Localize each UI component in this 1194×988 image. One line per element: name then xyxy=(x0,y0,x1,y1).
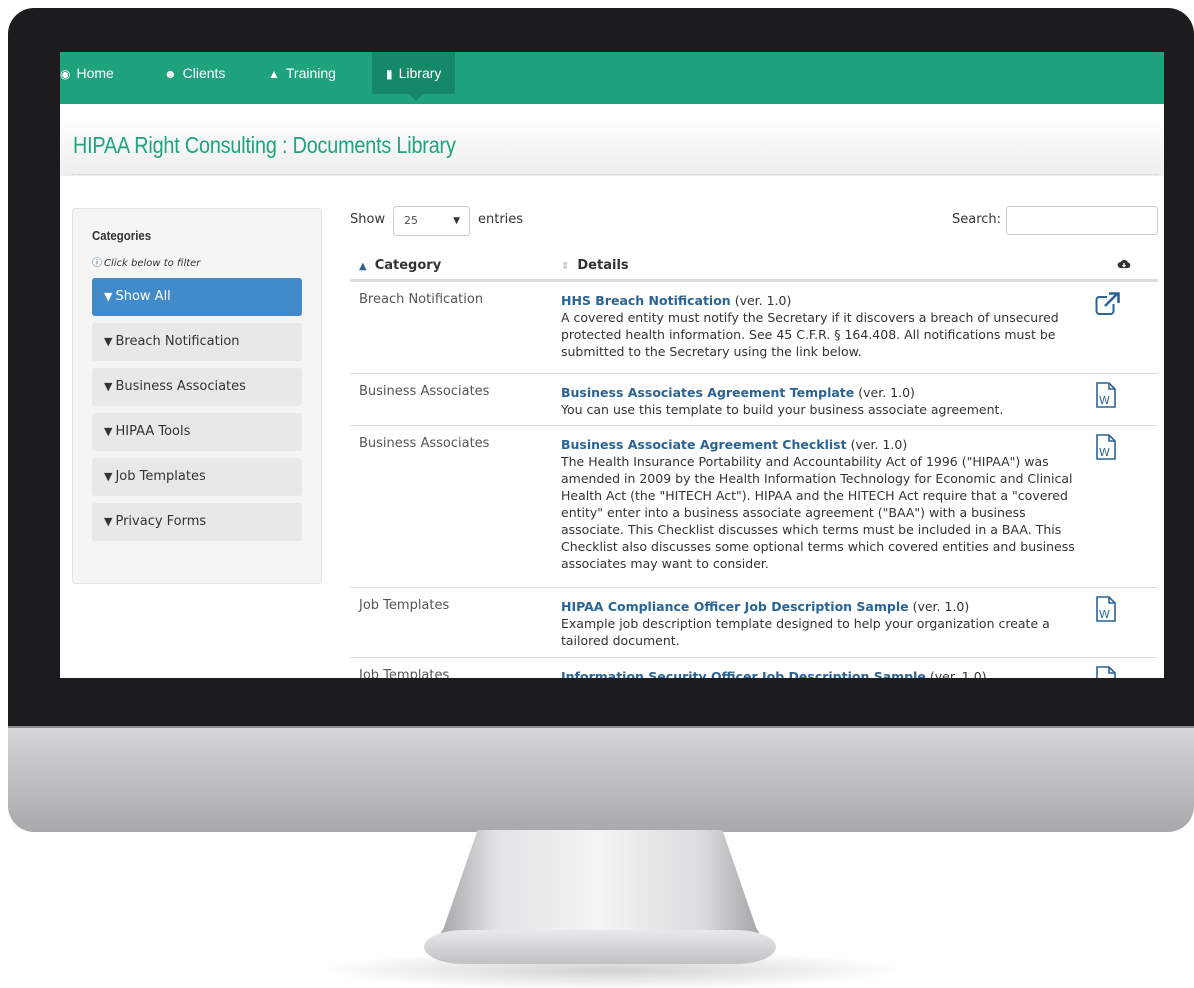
chevron-down-icon: ▼ xyxy=(453,216,460,226)
info-icon: ⓘ xyxy=(92,258,102,269)
screen: ◉ Home ☻ Clients ▲ Training ▮ Library HIPAA … xyxy=(60,52,1164,678)
word-document-icon[interactable]: W xyxy=(1095,434,1121,460)
external-link-icon[interactable] xyxy=(1095,292,1121,318)
row-category: Business Associates xyxy=(359,384,490,399)
filter-icon: ▼ xyxy=(104,380,113,393)
table-row: Breach Notification HHS Breach Notificat… xyxy=(350,281,1158,373)
nav-clients[interactable]: ☻ Clients xyxy=(164,52,225,94)
monitor-stand-base xyxy=(424,930,776,964)
svg-text:W: W xyxy=(1099,446,1110,459)
document-description: The Health Insurance Portability and Acc… xyxy=(561,454,1075,571)
svg-text:W: W xyxy=(1099,608,1110,621)
sort-both-icon: ⇕ xyxy=(561,261,570,272)
nav-training[interactable]: ▲ Training xyxy=(268,52,336,94)
column-header-category[interactable]: ▲ Category xyxy=(359,258,441,273)
row-category: Business Associates xyxy=(359,436,490,451)
column-header-details[interactable]: ⇕ Details xyxy=(561,258,629,273)
filter-icon: ▼ xyxy=(104,290,113,303)
title-divider xyxy=(72,174,1158,175)
word-document-icon[interactable]: W xyxy=(1095,596,1121,622)
filter-show-all[interactable]: ▼ Show All xyxy=(92,278,302,316)
filter-hipaa-tools[interactable]: ▼ HIPAA Tools xyxy=(92,413,302,451)
document-link[interactable]: HHS Breach Notification xyxy=(561,293,731,308)
svg-text:W: W xyxy=(1099,394,1110,407)
document-link[interactable]: Business Associates Agreement Template xyxy=(561,385,854,400)
cloud-download-icon xyxy=(1117,258,1131,274)
document-version: (ver. 1.0) xyxy=(929,669,987,678)
document-link[interactable]: Information Security Officer Job Descrip… xyxy=(561,669,926,678)
nav-library[interactable]: ▮ Library xyxy=(372,52,456,94)
row-details: Business Associates Agreement Template (… xyxy=(561,384,1076,418)
document-link[interactable]: HIPAA Compliance Officer Job Description… xyxy=(561,599,909,614)
filter-breach-notification[interactable]: ▼ Breach Notification xyxy=(92,323,302,361)
page-size-select[interactable]: 25 ▼ xyxy=(393,206,470,236)
document-version: (ver. 1.0) xyxy=(912,599,970,614)
word-document-icon[interactable]: W xyxy=(1095,382,1121,408)
row-details: Information Security Officer Job Descrip… xyxy=(561,668,1076,678)
graduation-cap-icon: ▲ xyxy=(268,67,280,81)
word-document-icon[interactable]: W xyxy=(1095,666,1121,678)
monitor-chin xyxy=(8,726,1194,832)
table-row: Job Templates HIPAA Compliance Officer J… xyxy=(350,587,1158,657)
categories-sidebar: Categories ⓘ Click below to filter ▼ Show … xyxy=(72,208,322,584)
top-navbar: ◉ Home ☻ Clients ▲ Training ▮ Library xyxy=(60,52,1164,104)
nav-home[interactable]: ◉ Home xyxy=(60,52,114,94)
document-description: Example job description template designe… xyxy=(561,616,1050,648)
sidebar-title: Categories xyxy=(92,228,152,243)
row-details: HIPAA Compliance Officer Job Description… xyxy=(561,598,1076,649)
row-details: HHS Breach Notification (ver. 1.0) A cov… xyxy=(561,292,1076,360)
filter-business-associates[interactable]: ▼ Business Associates xyxy=(92,368,302,406)
row-details: Business Associate Agreement Checklist (… xyxy=(561,436,1076,572)
filter-icon: ▼ xyxy=(104,335,113,348)
table-row: Business Associates Business Associates … xyxy=(350,373,1158,425)
table-row: Business Associates Business Associate A… xyxy=(350,425,1158,587)
filter-privacy-forms[interactable]: ▼ Privacy Forms xyxy=(92,503,302,541)
show-label: Show xyxy=(350,212,386,227)
filter-job-templates[interactable]: ▼ Job Templates xyxy=(92,458,302,496)
row-category: Job Templates xyxy=(359,668,450,678)
search-label: Search: xyxy=(952,212,1002,227)
entries-label: entries xyxy=(478,212,524,227)
monitor-chin-edge xyxy=(8,726,1194,728)
table-row: Job Templates Information Security Offic… xyxy=(350,657,1158,678)
dashboard-icon: ◉ xyxy=(60,67,71,81)
book-icon: ▮ xyxy=(386,67,393,81)
document-description: A covered entity must notify the Secreta… xyxy=(561,310,1059,359)
row-category: Job Templates xyxy=(359,598,450,613)
filter-icon: ▼ xyxy=(104,425,113,438)
filter-icon: ▼ xyxy=(104,470,113,483)
document-version: (ver. 1.0) xyxy=(858,385,915,400)
sort-asc-icon: ▲ xyxy=(359,261,367,272)
document-description: You can use this template to build your … xyxy=(561,402,1004,417)
filter-icon: ▼ xyxy=(104,515,113,528)
active-tab-caret xyxy=(409,94,423,101)
document-version: (ver. 1.0) xyxy=(850,437,908,452)
page-title: HIPAA Right Consulting : Documents Libra… xyxy=(73,132,456,158)
row-category: Breach Notification xyxy=(359,292,484,307)
document-version: (ver. 1.0) xyxy=(734,293,792,308)
users-icon: ☻ xyxy=(164,67,177,81)
sidebar-hint: ⓘ Click below to filter xyxy=(92,258,201,269)
search-input[interactable] xyxy=(1006,206,1158,235)
document-link[interactable]: Business Associate Agreement Checklist xyxy=(561,437,847,452)
